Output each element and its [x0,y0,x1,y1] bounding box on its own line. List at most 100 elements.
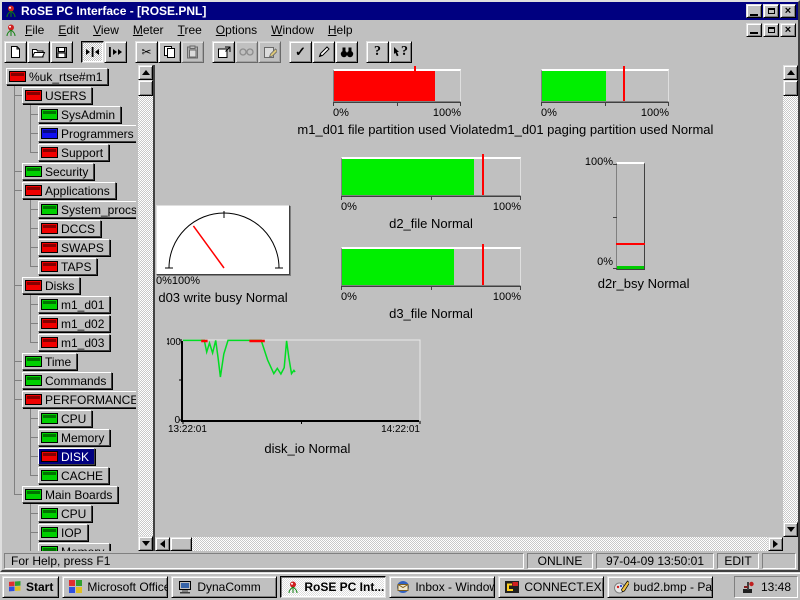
tree-item-disk[interactable]: DISK [38,448,95,465]
meter-m1-d01-file-partition[interactable]: 0%100% m1_d01 file partition used Violat… [333,69,461,137]
tree-scroll-up-button[interactable] [138,65,153,80]
canvas-vertical-scrollbar[interactable] [783,65,798,537]
menu-edit[interactable]: Edit [51,21,86,39]
menu-window[interactable]: Window [264,21,321,39]
tree-connector [14,361,22,362]
context-help-icon: ? [393,44,408,60]
toolbar-cut-button[interactable]: ✂ [135,41,158,63]
meter-caption: d03 write busy Normal [158,290,287,305]
toolbar-copy-button[interactable] [158,41,181,63]
tree-item-label: Commands [45,374,106,388]
dial-gauge [156,205,290,275]
scale-max-label: 100% [172,275,200,287]
tree-item-taps[interactable]: TAPS [38,258,97,275]
canvas-horizontal-scroll-thumb[interactable] [170,537,192,551]
tree-item-security[interactable]: Security [22,163,94,180]
tree-item-swaps[interactable]: SWAPS [38,239,110,256]
task-button-inbox-window[interactable]: Inbox - Window... [389,576,495,598]
task-button-rose-pc-int[interactable]: RoSE PC Int... [280,576,386,598]
canvas-scroll-down-button[interactable] [783,522,798,537]
toolbar-new-document-button[interactable] [4,41,27,63]
tree-row: CPU [2,409,136,428]
meter-d03-write-busy[interactable]: 0%100% d03 write busy Normal [156,205,290,305]
tree-item-disks[interactable]: Disks [22,277,80,294]
start-label: Start [26,580,53,594]
start-button[interactable]: Start [2,576,59,598]
canvas-scroll-up-button[interactable] [783,65,798,80]
meter-m1-d01-paging-partition[interactable]: 0%100% m1_d01 paging partition used Norm… [541,69,669,137]
minimize-button[interactable] [746,4,762,18]
meter-disk-io-chart[interactable]: 400 0 13:22:01 14:22:01 disk_io Normal [167,335,437,456]
tree-item-sysadmin[interactable]: SysAdmin [38,106,121,123]
menu-file[interactable]: File [18,21,51,39]
tree-connector [30,304,38,305]
canvas-horizontal-scrollbar[interactable] [155,537,783,551]
tree-item-m1-d03[interactable]: m1_d03 [38,334,110,351]
tree-item-programmers[interactable]: Programmers [38,125,136,142]
child-restore-button[interactable] [763,23,779,37]
menu-tree[interactable]: Tree [171,21,209,39]
tree-item-performance[interactable]: PERFORMANCE [22,391,136,408]
task-button-bud2-bmp-paint[interactable]: bud2.bmp - Paint [607,576,713,598]
title-bar[interactable]: RoSE PC Interface - [ROSE.PNL] × [2,2,798,20]
tree-item-cpu[interactable]: CPU [38,505,92,522]
menu-meter[interactable]: Meter [126,21,171,39]
meter-drawer-icon [41,318,58,329]
scale-min-label: 0% [541,107,557,119]
tree-row: DISK [2,447,136,466]
tree-item-commands[interactable]: Commands [22,372,112,389]
tree-item-memory[interactable]: Memory [38,543,110,551]
restore-button[interactable] [763,4,779,18]
inbox-icon [395,580,411,594]
toolbar-open-file-button[interactable] [27,41,50,63]
tree-scroll-down-button[interactable] [138,536,153,551]
menu-view[interactable]: View [86,21,126,39]
tree-item-main-boards[interactable]: Main Boards [22,486,118,503]
toolbar-find-button[interactable] [335,41,358,63]
child-close-button[interactable]: × [780,23,796,37]
tree-item-label: IOP [61,526,82,540]
tray-utility-icon[interactable] [741,580,756,594]
tree-item-memory[interactable]: Memory [38,429,110,446]
tree-item-cache[interactable]: CACHE [38,467,109,484]
canvas-vertical-scroll-thumb[interactable] [783,80,798,96]
menu-options[interactable]: Options [209,21,264,39]
toolbar-properties-button[interactable] [212,41,235,63]
document-rose-icon[interactable] [4,23,18,37]
tree-item-users[interactable]: USERS [22,87,92,104]
toolbar-help-button[interactable]: ? [366,41,389,63]
toolbar-context-help-button[interactable]: ? [389,41,412,63]
menu-help[interactable]: Help [321,21,360,39]
close-button[interactable]: × [780,4,796,18]
meter-drawer-icon [41,470,58,481]
toolbar-save-button[interactable] [50,41,73,63]
child-minimize-button[interactable] [746,23,762,37]
tree-item-system-procs[interactable]: System_procs [38,201,136,218]
canvas-scroll-right-button[interactable] [768,537,783,551]
task-button-microsoft-office[interactable]: Microsoft Office... [62,576,168,598]
threshold-marker [482,154,484,195]
tree-item-support[interactable]: Support [38,144,109,161]
tree-item-cpu[interactable]: CPU [38,410,92,427]
toolbar-pen-button[interactable] [312,41,335,63]
tree-item--uk-rtse-m1[interactable]: %uk_rtse#m1 [6,68,108,85]
tree-item-label: Programmers [61,127,134,141]
meter-d3-file[interactable]: 0%100% d3_file Normal [341,247,521,321]
tree-scroll-thumb[interactable] [138,80,153,96]
canvas-scroll-left-button[interactable] [155,537,170,551]
tree-item-time[interactable]: Time [22,353,77,370]
tree-vertical-scrollbar[interactable] [138,65,153,551]
tree-item-m1-d02[interactable]: m1_d02 [38,315,110,332]
toolbar-tree-expand-button[interactable] [104,41,127,63]
tree-item-applications[interactable]: Applications [22,182,116,199]
task-button-connect-exe[interactable]: CONNECT.EXE [498,576,604,598]
tree-item-iop[interactable]: IOP [38,524,88,541]
tree-item-m1-d01[interactable]: m1_d01 [38,296,110,313]
task-button-dynacomm[interactable]: DynaComm [171,576,277,598]
meter-d2-file[interactable]: 0%100% d2_file Normal [341,157,521,231]
tree-item-dccs[interactable]: DCCS [38,220,101,237]
toolbar-tree-collapse-button[interactable] [81,41,104,63]
meter-d2r-bsy[interactable]: 100% 0% d2r_bsy Normal [574,153,694,291]
tree-item-label: DCCS [61,222,95,236]
toolbar-validate-button[interactable]: ✓ [289,41,312,63]
